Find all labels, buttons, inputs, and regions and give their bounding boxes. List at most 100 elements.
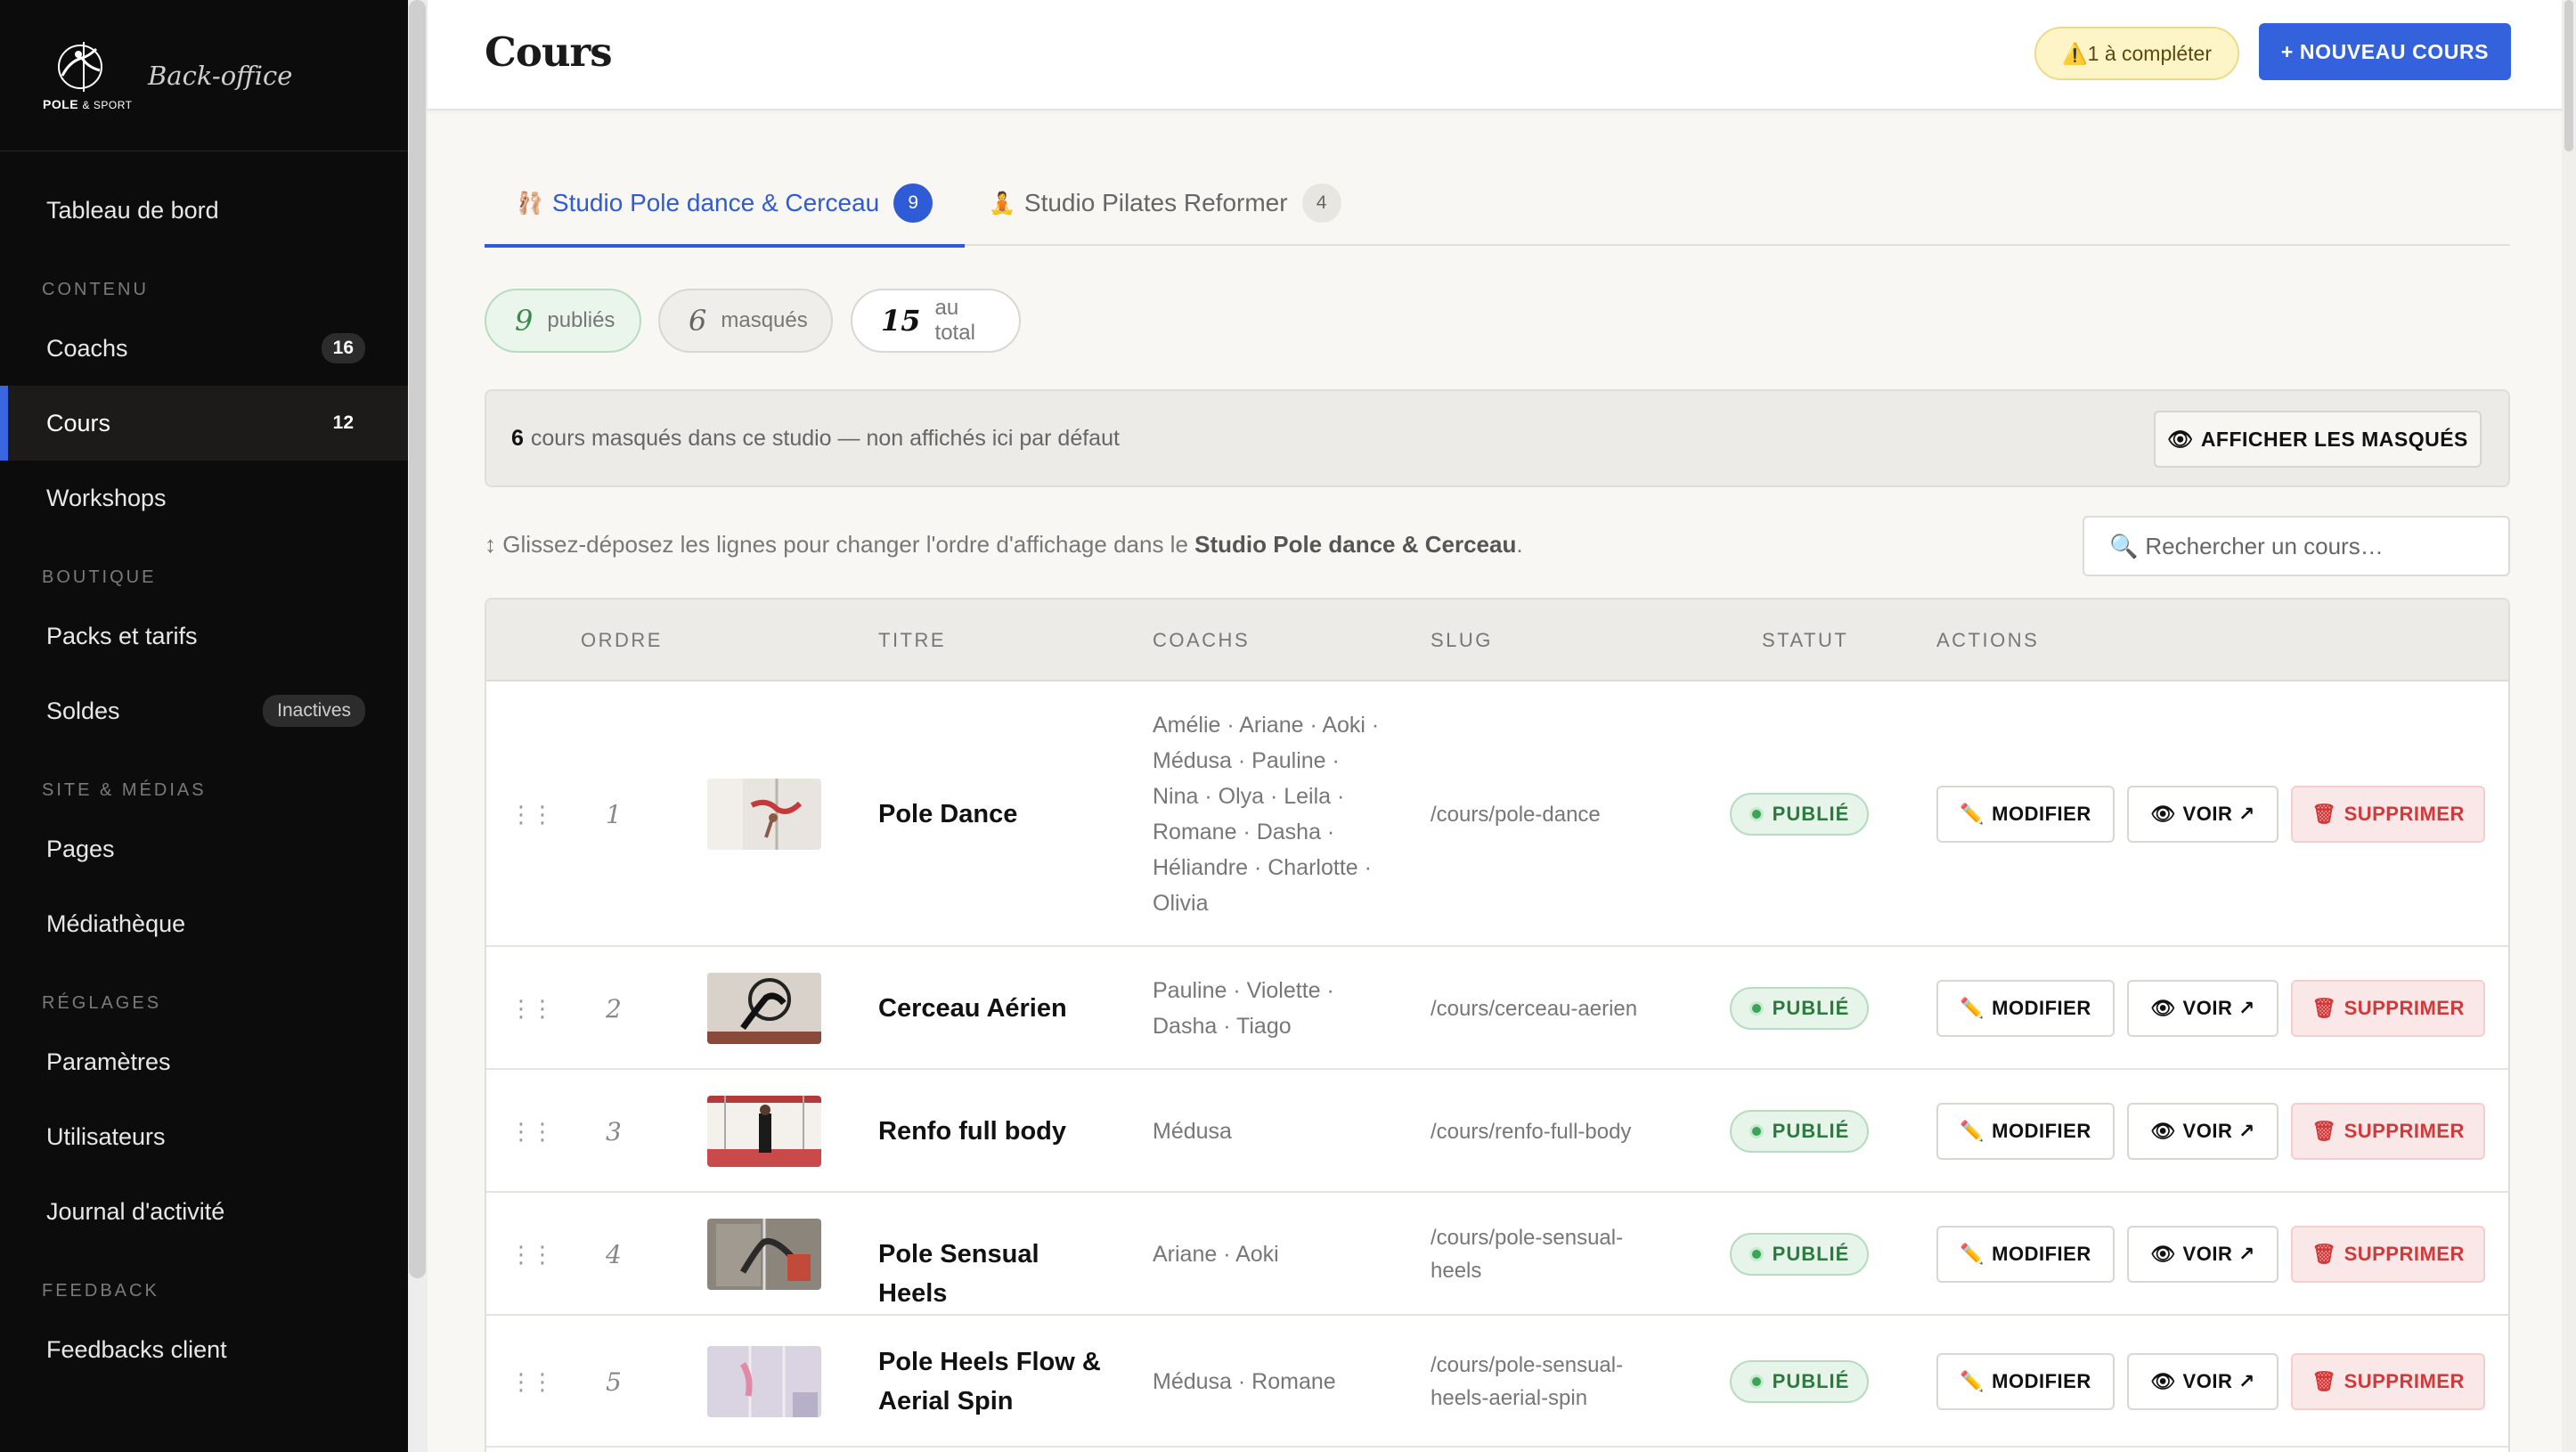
eye-icon: 👁 xyxy=(2150,1243,2176,1265)
table-row-cerceau-aerien[interactable]: ⋮⋮ 2 Cerceau Aérien Pauline · Violette ·… xyxy=(486,947,2508,1070)
status-badge: Inactives xyxy=(263,695,365,727)
sidebar-item-cours[interactable]: Cours 12 xyxy=(0,386,408,461)
column-header-titre[interactable]: TITRE xyxy=(878,600,946,681)
delete-button[interactable]: 🗑 SUPPRIMER xyxy=(2291,1226,2485,1283)
sidebar-item-utilisateurs[interactable]: Utilisateurs xyxy=(0,1099,408,1174)
sidebar-item-label: Feedbacks client xyxy=(46,1335,227,1363)
pencil-icon: ✏️ xyxy=(1960,1370,1985,1392)
sidebar-section-boutique: BOUTIQUE xyxy=(42,567,157,587)
coach-names: Médusa xyxy=(1153,1113,1411,1149)
status-label: PUBLIÉ xyxy=(1772,803,1850,825)
sidebar-section-reglages: RÉGLAGES xyxy=(42,993,162,1013)
delete-button[interactable]: 🗑 SUPPRIMER xyxy=(2291,1103,2485,1160)
hidden-count: 6 xyxy=(511,425,524,451)
sidebar-scrollbar-thumb[interactable] xyxy=(409,0,426,1278)
course-title[interactable]: Renfo full body xyxy=(878,1112,1110,1151)
drag-handle-icon[interactable]: ⋮⋮ xyxy=(509,1240,554,1268)
view-label: VOIR ↗ xyxy=(2182,1120,2255,1142)
show-hidden-button[interactable]: 👁 AFFICHER LES MASQUÉS xyxy=(2154,411,2482,468)
edit-button[interactable]: ✏️ MODIFIER xyxy=(1936,786,2115,843)
view-button[interactable]: 👁 VOIR ↗ xyxy=(2127,786,2278,843)
course-title[interactable]: Pole Heels Flow & Aerial Spin xyxy=(878,1342,1110,1421)
sidebar-item-mediatheque[interactable]: Médiathèque xyxy=(0,886,408,961)
sidebar-item-feedbacks-client[interactable]: Feedbacks client xyxy=(0,1312,408,1387)
drag-handle-icon[interactable]: ⋮⋮ xyxy=(509,1117,554,1146)
view-button[interactable]: 👁 VOIR ↗ xyxy=(2127,980,2278,1037)
hint-suffix: . xyxy=(1516,531,1523,558)
edit-button[interactable]: ✏️ MODIFIER xyxy=(1936,980,2115,1037)
coach-names: Amélie · Ariane · Aoki · Médusa · Pauline… xyxy=(1153,707,1411,921)
column-header-slug[interactable]: SLUG xyxy=(1431,600,1493,681)
column-header-actions: ACTIONS xyxy=(1936,629,2040,651)
sidebar-item-coachs[interactable]: Coachs 16 xyxy=(0,311,408,386)
drag-handle-icon[interactable]: ⋮⋮ xyxy=(509,800,554,828)
stat-total-filter[interactable]: 15 au total xyxy=(851,289,1021,353)
view-label: VOIR ↗ xyxy=(2182,1243,2255,1265)
edit-button[interactable]: ✏️ MODIFIER xyxy=(1936,1103,2115,1160)
coach-names-line: Nina · Olya · Leila · xyxy=(1153,784,1345,809)
studio-tabs: 🩰 Studio Pole dance & Cerceau 9 🧘 Studio… xyxy=(485,160,2510,248)
sidebar-item-packs-et-tarifs[interactable]: Packs et tarifs xyxy=(0,599,408,673)
course-title[interactable]: Cerceau Aérien xyxy=(878,989,1110,1028)
sidebar-item-soldes[interactable]: Soldes Inactives xyxy=(0,673,408,748)
status-dot-icon xyxy=(1749,807,1764,821)
column-header-statut[interactable]: STATUT xyxy=(1762,600,1848,681)
tab-studio-pilates[interactable]: 🧘 Studio Pilates Reformer 4 xyxy=(989,160,1341,246)
table-row-pole-sensual-heels[interactable]: ⋮⋮ 4 Pole Sensual Heels Ariane · Aoki /c… xyxy=(486,1193,2508,1316)
show-hidden-label: AFFICHER LES MASQUÉS xyxy=(2200,427,2468,451)
course-slug: /cours/pole-dance xyxy=(1431,798,1707,831)
drag-handle-icon[interactable]: ⋮⋮ xyxy=(509,994,554,1023)
course-title[interactable]: Pole Dance xyxy=(878,795,1110,834)
sidebar: POLE & SPORT Back-office Tableau de bord… xyxy=(0,0,408,1452)
delete-button[interactable]: 🗑 SUPPRIMER xyxy=(2291,1353,2485,1410)
new-course-button[interactable]: + NOUVEAU COURS xyxy=(2259,23,2511,80)
table-row-pole-heels-flow-aerial-spin[interactable]: ⋮⋮ 5 Pole Heels Flow & Aerial Spin Médusa… xyxy=(486,1316,2508,1448)
page-header: Cours ⚠️ 1 à compléter + NOUVEAU COURS xyxy=(428,0,2562,110)
table-row-renfo-full-body[interactable]: ⋮⋮ 3 Renfo full body Médusa /cours/renfo… xyxy=(486,1070,2508,1193)
coach-names-line: Ariane · Aoki xyxy=(1153,1242,1279,1267)
tab-label: Studio Pole dance & Cerceau xyxy=(551,189,880,216)
view-label: VOIR ↗ xyxy=(2182,997,2255,1019)
pole-sport-logo[interactable]: POLE & SPORT xyxy=(41,40,132,111)
sidebar-item-journal[interactable]: Journal d'activité xyxy=(0,1174,408,1249)
sidebar-item-label: Pages xyxy=(46,835,115,862)
page-scrollbar-track[interactable] xyxy=(2562,0,2576,1452)
slug-line: heels-aerial-spin xyxy=(1431,1386,1588,1410)
slug-line: heels xyxy=(1431,1259,1482,1283)
status-label: PUBLIÉ xyxy=(1772,997,1850,1019)
sidebar-item-label: Journal d'activité xyxy=(46,1197,225,1225)
slug-line: /cours/pole-sensual- xyxy=(1431,1226,1624,1250)
view-button[interactable]: 👁 VOIR ↗ xyxy=(2127,1226,2278,1283)
hidden-courses-banner: 6 cours masqués dans ce studio — non aff… xyxy=(485,389,2510,487)
coach-names: Ariane · Aoki xyxy=(1153,1236,1411,1272)
slug-line: /cours/pole-dance xyxy=(1431,802,1601,827)
course-title[interactable]: Pole Sensual Heels xyxy=(878,1235,1110,1313)
stat-hidden-filter[interactable]: 6 masqués xyxy=(658,289,833,353)
column-header-coachs[interactable]: COACHS xyxy=(1153,600,1250,681)
sidebar-item-workshops[interactable]: Workshops xyxy=(0,461,408,535)
page-scrollbar-thumb[interactable] xyxy=(2564,0,2573,151)
search-input[interactable] xyxy=(2145,532,2502,560)
view-button[interactable]: 👁 VOIR ↗ xyxy=(2127,1103,2278,1160)
sidebar-item-parametres[interactable]: Paramètres xyxy=(0,1024,408,1099)
sidebar-item-pages[interactable]: Pages xyxy=(0,812,408,886)
tab-studio-pole-dance[interactable]: 🩰 Studio Pole dance & Cerceau 9 xyxy=(485,160,966,248)
edit-button[interactable]: ✏️ MODIFIER xyxy=(1936,1353,2115,1410)
stat-published-filter[interactable]: 9 publiés xyxy=(485,289,641,353)
search-box[interactable]: 🔍 xyxy=(2083,516,2510,576)
delete-label: SUPPRIMER xyxy=(2344,1120,2465,1142)
sidebar-section-site-medias: SITE & MÉDIAS xyxy=(42,780,207,800)
drag-handle-icon[interactable]: ⋮⋮ xyxy=(509,1367,554,1396)
delete-label: SUPPRIMER xyxy=(2344,1243,2465,1265)
edit-button[interactable]: ✏️ MODIFIER xyxy=(1936,1226,2115,1283)
slug-line: /cours/pole-sensual- xyxy=(1431,1353,1624,1377)
sidebar-item-tableau-de-bord[interactable]: Tableau de bord xyxy=(0,173,408,248)
table-row-pole-dance[interactable]: ⋮⋮ 1 Pole Dance Amélie · Ariane · Aoki ·… xyxy=(486,681,2508,947)
column-header-ordre[interactable]: ORDRE xyxy=(581,600,663,681)
delete-button[interactable]: 🗑 SUPPRIMER xyxy=(2291,980,2485,1037)
tab-count-badge: 9 xyxy=(893,184,933,223)
view-button[interactable]: 👁 VOIR ↗ xyxy=(2127,1353,2278,1410)
delete-button[interactable]: 🗑 SUPPRIMER xyxy=(2291,786,2485,843)
order-number: 5 xyxy=(606,1366,622,1397)
to-complete-badge[interactable]: ⚠️ 1 à compléter xyxy=(2034,27,2239,80)
